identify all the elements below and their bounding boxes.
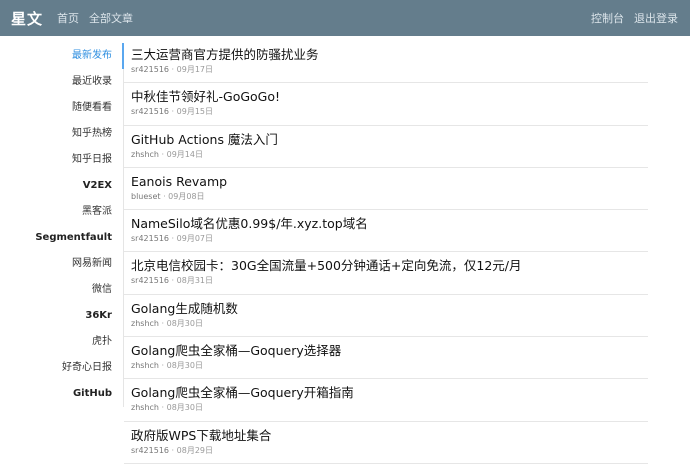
brand-logo[interactable]: 星文 bbox=[11, 8, 43, 29]
article-meta: zhshch · 09月14日 bbox=[131, 149, 203, 159]
article-title[interactable]: GitHub Actions 魔法入门 bbox=[131, 131, 648, 148]
article-date: 09月08日 bbox=[168, 191, 205, 201]
article-author: zhshch bbox=[131, 318, 159, 328]
article-meta: sr421516 · 09月15日 bbox=[131, 107, 213, 117]
sidebar-item-latest[interactable]: 最新发布 bbox=[0, 43, 120, 69]
list-item[interactable]: Golang爬虫全家桶—Goquery选择器 zhshch · 08月30日 bbox=[124, 337, 648, 380]
article-title[interactable]: 中秋佳节领好礼-GoGoGo! bbox=[131, 88, 648, 105]
article-title[interactable]: Golang生成随机数 bbox=[131, 300, 648, 317]
sidebar-item-random[interactable]: 随便看看 bbox=[0, 95, 120, 121]
list-item[interactable]: Eanois Revamp blueset · 09月08日 bbox=[124, 168, 648, 211]
article-author: sr421516 bbox=[131, 107, 169, 117]
sidebar-item-segmentfault[interactable]: Segmentfault bbox=[0, 225, 120, 251]
sidebar-item-hacpai[interactable]: 黑客派 bbox=[0, 199, 120, 225]
list-item[interactable]: GitHub Actions 魔法入门 zhshch · 09月14日 bbox=[124, 126, 648, 168]
list-item[interactable]: NameSilo域名优惠0.99$/年.xyz.top域名 sr421516 ·… bbox=[124, 210, 648, 253]
article-meta: sr421516 · 08月31日 bbox=[131, 276, 213, 286]
article-author: zhshch bbox=[131, 149, 159, 159]
sidebar-item-zhihu-hot[interactable]: 知乎热榜 bbox=[0, 121, 120, 147]
article-meta: blueset · 09月08日 bbox=[131, 191, 205, 201]
sidebar-item-zhihu-daily[interactable]: 知乎日报 bbox=[0, 147, 120, 173]
list-item[interactable]: 政府版WPS下载地址集合 sr421516 · 08月29日 bbox=[124, 422, 648, 464]
article-author: blueset bbox=[131, 191, 161, 201]
list-item[interactable]: 中秋佳节领好礼-GoGoGo! sr421516 · 09月15日 bbox=[124, 83, 648, 126]
article-author: sr421516 bbox=[131, 65, 169, 74]
article-author: sr421516 bbox=[131, 445, 169, 455]
article-title[interactable]: Golang爬虫全家桶—Goquery选择器 bbox=[131, 342, 648, 359]
nav-home-link[interactable]: 首页 bbox=[57, 10, 79, 26]
article-meta: zhshch · 08月30日 bbox=[131, 403, 203, 413]
nav-all-articles-link[interactable]: 全部文章 bbox=[89, 10, 133, 26]
article-date: 08月30日 bbox=[166, 403, 203, 413]
article-date: 08月30日 bbox=[166, 361, 203, 371]
list-item[interactable]: 三大运营商官方提供的防骚扰业务 sr421516 · 09月17日 bbox=[124, 41, 648, 84]
sidebar-item-v2ex[interactable]: V2EX bbox=[0, 173, 120, 199]
article-title[interactable]: 北京电信校园卡：30G全国流量+500分钟通话+定向免流，仅12元/月 bbox=[131, 257, 648, 274]
article-meta: zhshch · 08月30日 bbox=[131, 361, 203, 371]
article-title[interactable]: 政府版WPS下载地址集合 bbox=[131, 427, 648, 444]
sidebar-item-wechat[interactable]: 微信 bbox=[0, 277, 120, 303]
article-date: 08月29日 bbox=[176, 445, 213, 455]
article-date: 09月14日 bbox=[166, 149, 203, 159]
sidebar-item-netease-news[interactable]: 网易新闻 bbox=[0, 251, 120, 277]
sidebar-item-hupu[interactable]: 虎扑 bbox=[0, 329, 120, 355]
sidebar-item-github[interactable]: GitHub bbox=[0, 381, 120, 407]
article-date: 09月15日 bbox=[176, 107, 213, 117]
article-author: zhshch bbox=[131, 403, 159, 413]
article-meta: sr421516 · 09月07日 bbox=[131, 234, 213, 244]
sidebar-item-recent[interactable]: 最近收录 bbox=[0, 69, 120, 95]
article-meta: sr421516 · 08月29日 bbox=[131, 445, 213, 455]
article-date: 08月30日 bbox=[166, 318, 203, 328]
logout-link[interactable]: 退出登录 bbox=[634, 10, 678, 26]
list-item[interactable]: Golang生成随机数 zhshch · 08月30日 bbox=[124, 295, 648, 338]
article-list: 三大运营商官方提供的防骚扰业务 sr421516 · 09月17日 中秋佳节领好… bbox=[124, 41, 648, 464]
top-navbar: 星文 首页 全部文章 控制台 退出登录 bbox=[0, 0, 690, 36]
dashboard-link[interactable]: 控制台 bbox=[591, 10, 624, 26]
article-date: 09月17日 bbox=[176, 65, 213, 74]
article-title[interactable]: NameSilo域名优惠0.99$/年.xyz.top域名 bbox=[131, 215, 648, 232]
article-date: 09月07日 bbox=[176, 234, 213, 244]
sidebar-item-36kr[interactable]: 36Kr bbox=[0, 303, 120, 329]
article-author: sr421516 bbox=[131, 234, 169, 244]
article-title[interactable]: Eanois Revamp bbox=[131, 173, 648, 190]
article-date: 08月31日 bbox=[176, 276, 213, 286]
article-title[interactable]: 三大运营商官方提供的防骚扰业务 bbox=[131, 46, 648, 63]
article-meta: zhshch · 08月30日 bbox=[131, 318, 203, 328]
list-item[interactable]: 北京电信校园卡：30G全国流量+500分钟通话+定向免流，仅12元/月 sr42… bbox=[124, 252, 648, 295]
article-title[interactable]: Golang爬虫全家桶—Goquery开箱指南 bbox=[131, 384, 648, 401]
category-sidebar: 最新发布 最近收录 随便看看 知乎热榜 知乎日报 V2EX 黑客派 Segmen… bbox=[0, 43, 120, 407]
list-item[interactable]: Golang爬虫全家桶—Goquery开箱指南 zhshch · 08月30日 bbox=[124, 379, 648, 422]
sidebar-item-qdaily[interactable]: 好奇心日报 bbox=[0, 355, 120, 381]
article-author: zhshch bbox=[131, 361, 159, 371]
article-meta: sr421516 · 09月17日 bbox=[131, 65, 213, 74]
article-author: sr421516 bbox=[131, 276, 169, 286]
